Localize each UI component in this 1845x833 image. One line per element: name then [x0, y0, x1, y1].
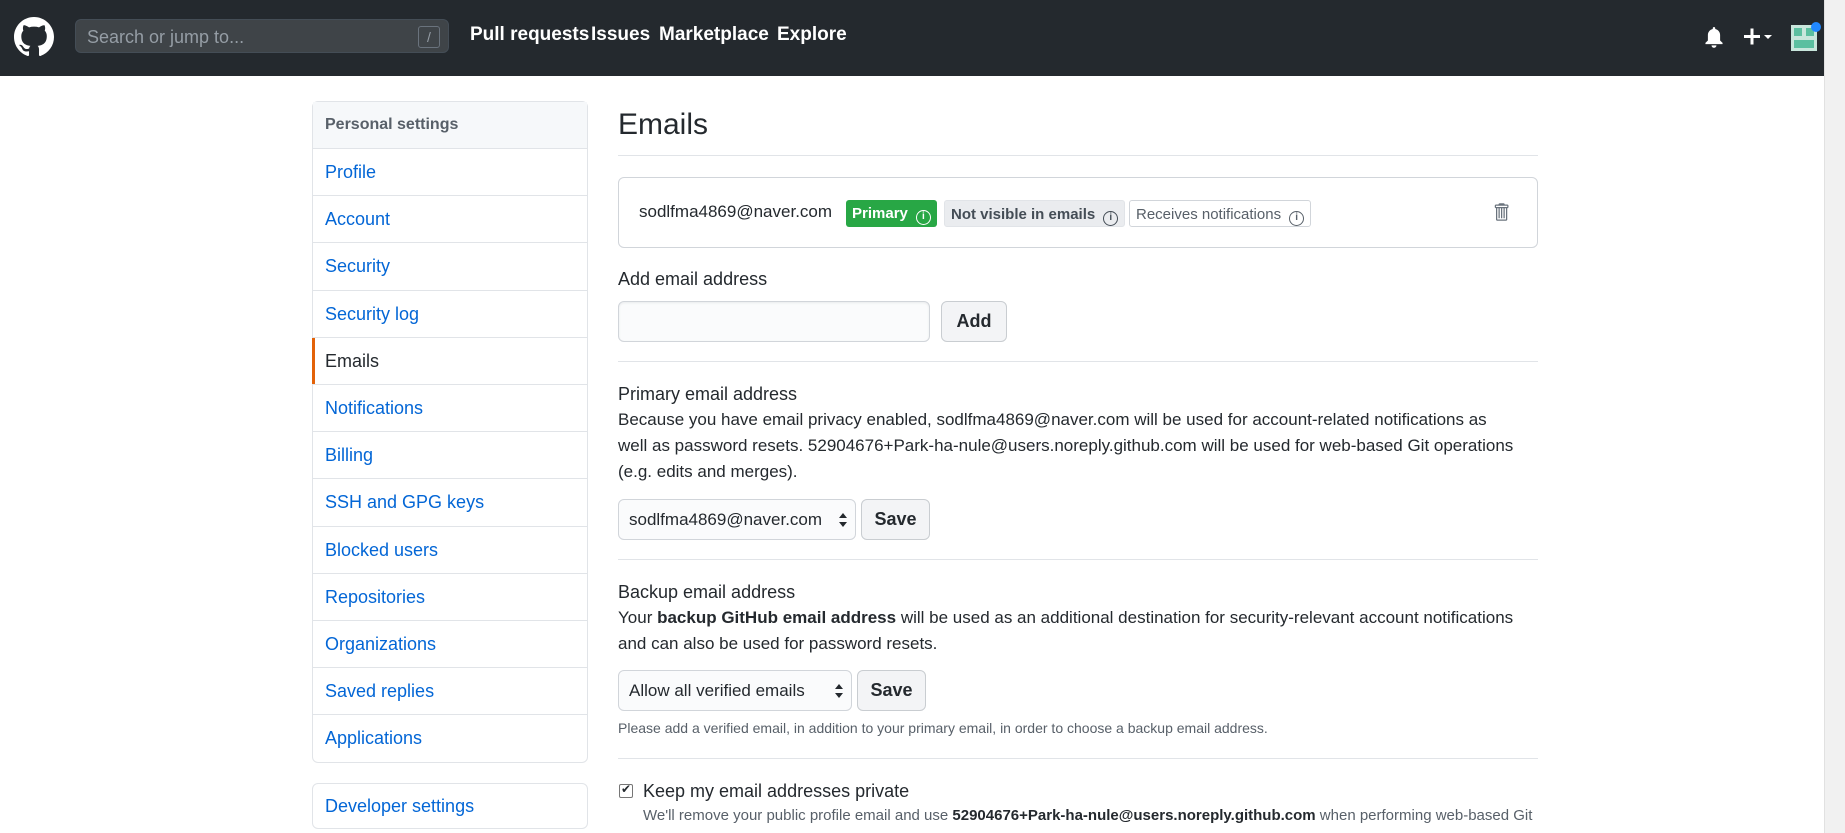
backup-email-select-value: Allow all verified emails [629, 681, 805, 700]
sidebar-item-billing[interactable]: Billing [313, 432, 587, 480]
page-title: Emails [618, 108, 709, 141]
sidebar-item-emails[interactable]: Emails [312, 337, 587, 385]
backup-email-label: Backup email address [618, 582, 796, 602]
sidebar-item-profile[interactable]: Profile [313, 149, 587, 197]
primary-badge-label: Primary [852, 205, 908, 222]
page-scrollbar[interactable] [1824, 0, 1845, 833]
nav-pull-requests[interactable]: Pull requests [470, 24, 589, 46]
sidebar-item-applications[interactable]: Applications [313, 715, 587, 762]
backup-desc-bold: backup GitHub email address [657, 608, 897, 627]
github-logo-icon[interactable] [14, 17, 54, 57]
sidebar-item-ssh-gpg-keys[interactable]: SSH and GPG keys [313, 479, 587, 527]
primary-email-select[interactable]: sodlfma4869@naver.com [618, 499, 856, 540]
divider [618, 559, 1538, 560]
primary-email-description-line-2: well as password resets. 52904676+Park-h… [618, 436, 1514, 455]
nav-marketplace[interactable]: Marketplace [659, 24, 769, 46]
divider [618, 155, 1538, 156]
sidebar-item-security-log[interactable]: Security log [313, 291, 587, 338]
create-new-menu[interactable] [1742, 25, 1778, 49]
trash-icon[interactable] [1493, 202, 1509, 222]
divider [618, 758, 1538, 759]
top-header: Search or jump to... / Pull requests Iss… [0, 0, 1845, 76]
keep-private-note-prefix: We'll remove your public profile email a… [643, 807, 953, 824]
backup-email-select[interactable]: Allow all verified emails [618, 670, 852, 711]
sidebar-item-blocked-users[interactable]: Blocked users [313, 527, 587, 574]
backup-email-description: Your backup GitHub email address will be… [618, 605, 1538, 631]
add-email-input[interactable] [618, 301, 930, 342]
backup-email-save-button[interactable]: Save [857, 670, 926, 711]
primary-email-save-button[interactable]: Save [861, 499, 930, 540]
keep-private-note-suffix: when performing web-based Git [1315, 807, 1533, 824]
sidebar-item-organizations[interactable]: Organizations [313, 621, 587, 669]
primary-email-label: Primary email address [618, 384, 798, 404]
notifications-badge: Receives notifications i [1129, 200, 1312, 227]
search-shortcut-key: / [418, 26, 440, 48]
primary-email-description-line-3: (e.g. edits and merges). [618, 462, 798, 481]
info-icon[interactable]: i [1289, 211, 1305, 226]
search-input[interactable]: Search or jump to... / [75, 19, 449, 53]
bell-icon[interactable] [1704, 27, 1724, 49]
sidebar-item-notifications[interactable]: Notifications [313, 385, 587, 433]
nav-explore[interactable]: Explore [777, 24, 847, 46]
backup-email-description-line-2: and can also be used for password resets… [618, 634, 938, 653]
settings-sidebar: Personal settings Profile Account Securi… [312, 101, 588, 764]
private-badge: Not visible in emails i [944, 200, 1126, 227]
nav-issues[interactable]: Issues [591, 24, 650, 46]
primary-badge: Primary i [846, 200, 937, 227]
sidebar-item-saved-replies[interactable]: Saved replies [313, 668, 587, 716]
select-arrows-icon [835, 684, 843, 698]
sidebar-item-developer-settings[interactable]: Developer settings [312, 783, 588, 829]
private-badge-label: Not visible in emails [951, 206, 1096, 223]
plus-icon [1744, 28, 1772, 45]
search-placeholder: Search or jump to... [87, 27, 245, 47]
backup-email-note: Please add a verified email, in addition… [618, 720, 1268, 736]
select-arrows-icon [839, 513, 847, 527]
sidebar-item-account[interactable]: Account [313, 196, 587, 244]
add-email-button[interactable]: Add [941, 301, 1007, 342]
info-icon[interactable]: i [1103, 211, 1119, 226]
notifications-badge-label: Receives notifications [1136, 206, 1282, 223]
sidebar-item-repositories[interactable]: Repositories [313, 574, 587, 621]
divider [618, 361, 1538, 362]
keep-private-note: We'll remove your public profile email a… [643, 807, 1538, 824]
info-icon[interactable]: i [915, 210, 931, 225]
email-address: sodlfma4869@naver.com [639, 202, 833, 221]
keep-private-note-bold: 52904676+Park-ha-nule@users.noreply.gith… [952, 807, 1316, 824]
primary-email-select-value: sodlfma4869@naver.com [629, 510, 823, 529]
keep-private-label: Keep my email addresses private [643, 781, 910, 801]
add-email-label: Add email address [618, 269, 768, 289]
backup-desc-suffix: will be used as an additional destinatio… [896, 608, 1514, 627]
backup-desc-prefix: Your [618, 608, 658, 627]
sidebar-heading: Personal settings [313, 102, 587, 149]
sidebar-item-security[interactable]: Security [313, 243, 587, 291]
keep-private-checkbox[interactable] [619, 782, 633, 798]
email-entry: sodlfma4869@naver.com Primary i Not visib… [618, 177, 1538, 248]
primary-email-description-line-1: Because you have email privacy enabled, … [618, 410, 1487, 429]
